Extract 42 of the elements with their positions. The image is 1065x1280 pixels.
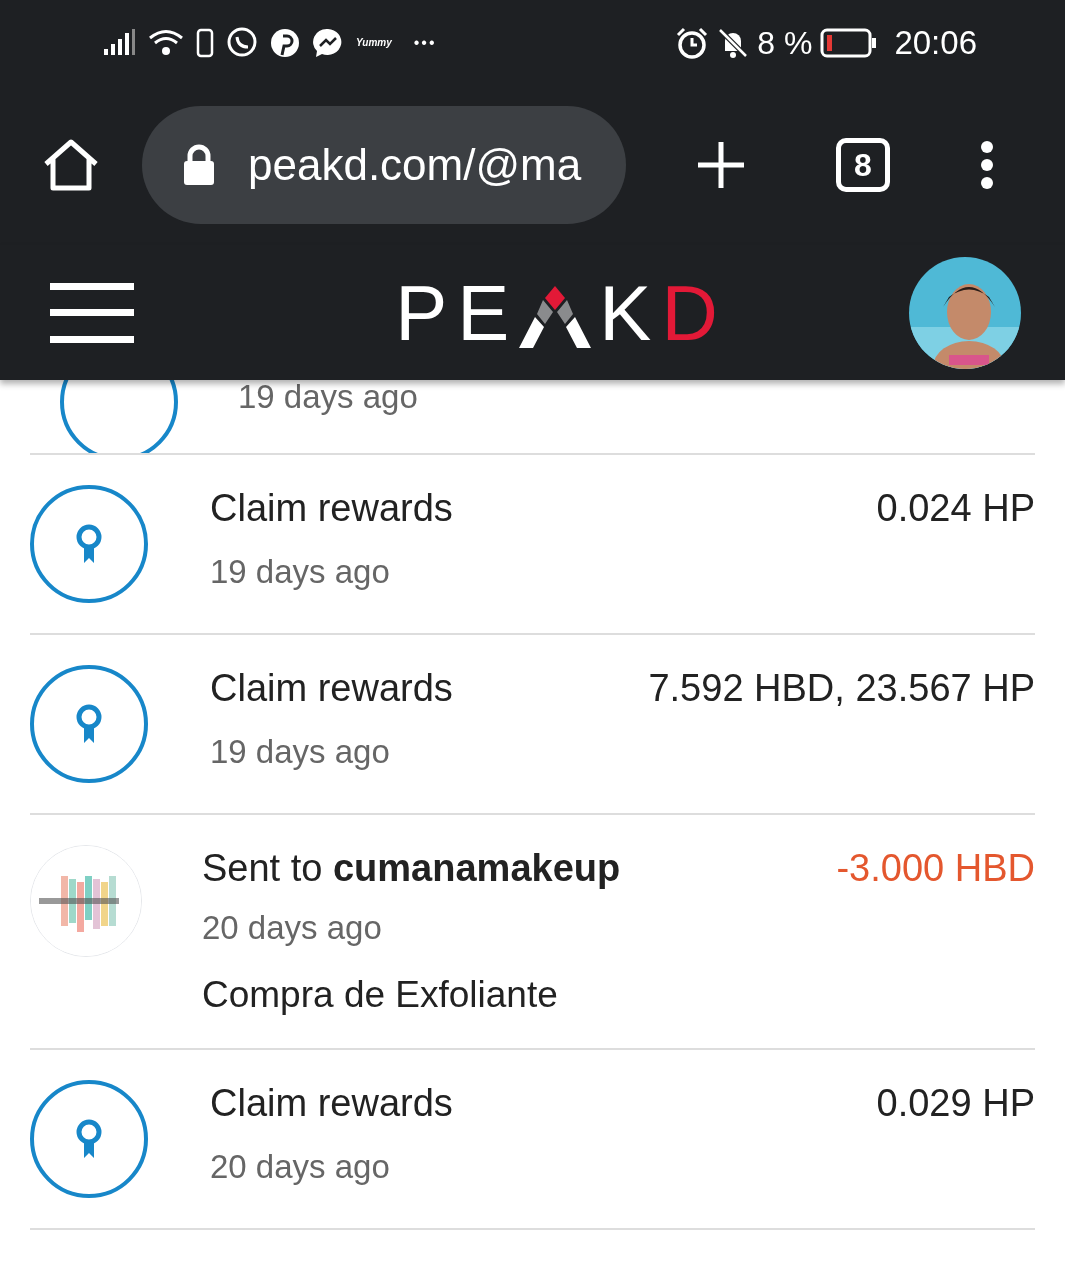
signal-icon: [104, 28, 136, 57]
muted-bell-icon: [717, 26, 750, 59]
logo-text: D: [661, 273, 728, 352]
transaction-amount: -3.000 HBD: [836, 846, 1035, 891]
battery-icon: [820, 27, 879, 58]
pin-icon: [270, 27, 300, 58]
ribbon-award-icon: [74, 703, 104, 745]
transaction-time: 19 days ago: [238, 380, 418, 413]
transaction-title: Claim rewards: [210, 1081, 453, 1126]
transaction-amount: 7.592 HBD, 23.567 HP: [648, 666, 1035, 711]
transaction-time: 20 days ago: [202, 907, 383, 948]
logo-text: K: [599, 273, 662, 352]
transaction-title: Claim rewards: [210, 666, 453, 711]
wifi-icon: [148, 28, 184, 57]
battery-percent: 8 %: [757, 23, 813, 63]
plus-icon[interactable]: [696, 140, 746, 190]
logo-text: PE: [395, 273, 520, 352]
tab-count-button[interactable]: 8: [836, 138, 890, 192]
url-text: peakd.com/@ma: [248, 139, 582, 191]
logo-mountain-icon: [519, 285, 592, 348]
transaction-amount: 0.029 HP: [876, 1081, 1035, 1126]
menu-icon[interactable]: [50, 282, 134, 343]
app-label: Yummy: [356, 36, 392, 50]
transaction-title: Claim rewards: [210, 486, 453, 531]
chat-bubble-icon: [226, 26, 258, 59]
home-icon[interactable]: [42, 138, 100, 192]
transaction-time: 19 days ago: [210, 551, 391, 592]
clock-time: 20:06: [894, 22, 977, 63]
transaction-time: 20 days ago: [210, 1146, 391, 1187]
transaction-title: Sent to cumanamakeup: [202, 846, 621, 891]
more-notifications: •••: [413, 32, 437, 53]
url-bar[interactable]: peakd.com/@ma: [142, 106, 626, 224]
phone-icon: [196, 27, 214, 58]
messenger-icon: [312, 26, 344, 59]
transaction-amount: 0.024 HP: [876, 486, 1035, 531]
ribbon-award-icon: [74, 1118, 104, 1160]
transaction-memo: Compra de Exfoliante: [202, 972, 559, 1017]
alarm-icon: [675, 26, 710, 59]
lock-icon: [182, 144, 216, 186]
ribbon-award-icon: [74, 523, 104, 565]
transaction-time: 19 days ago: [210, 731, 391, 772]
more-menu-icon[interactable]: [980, 140, 994, 190]
